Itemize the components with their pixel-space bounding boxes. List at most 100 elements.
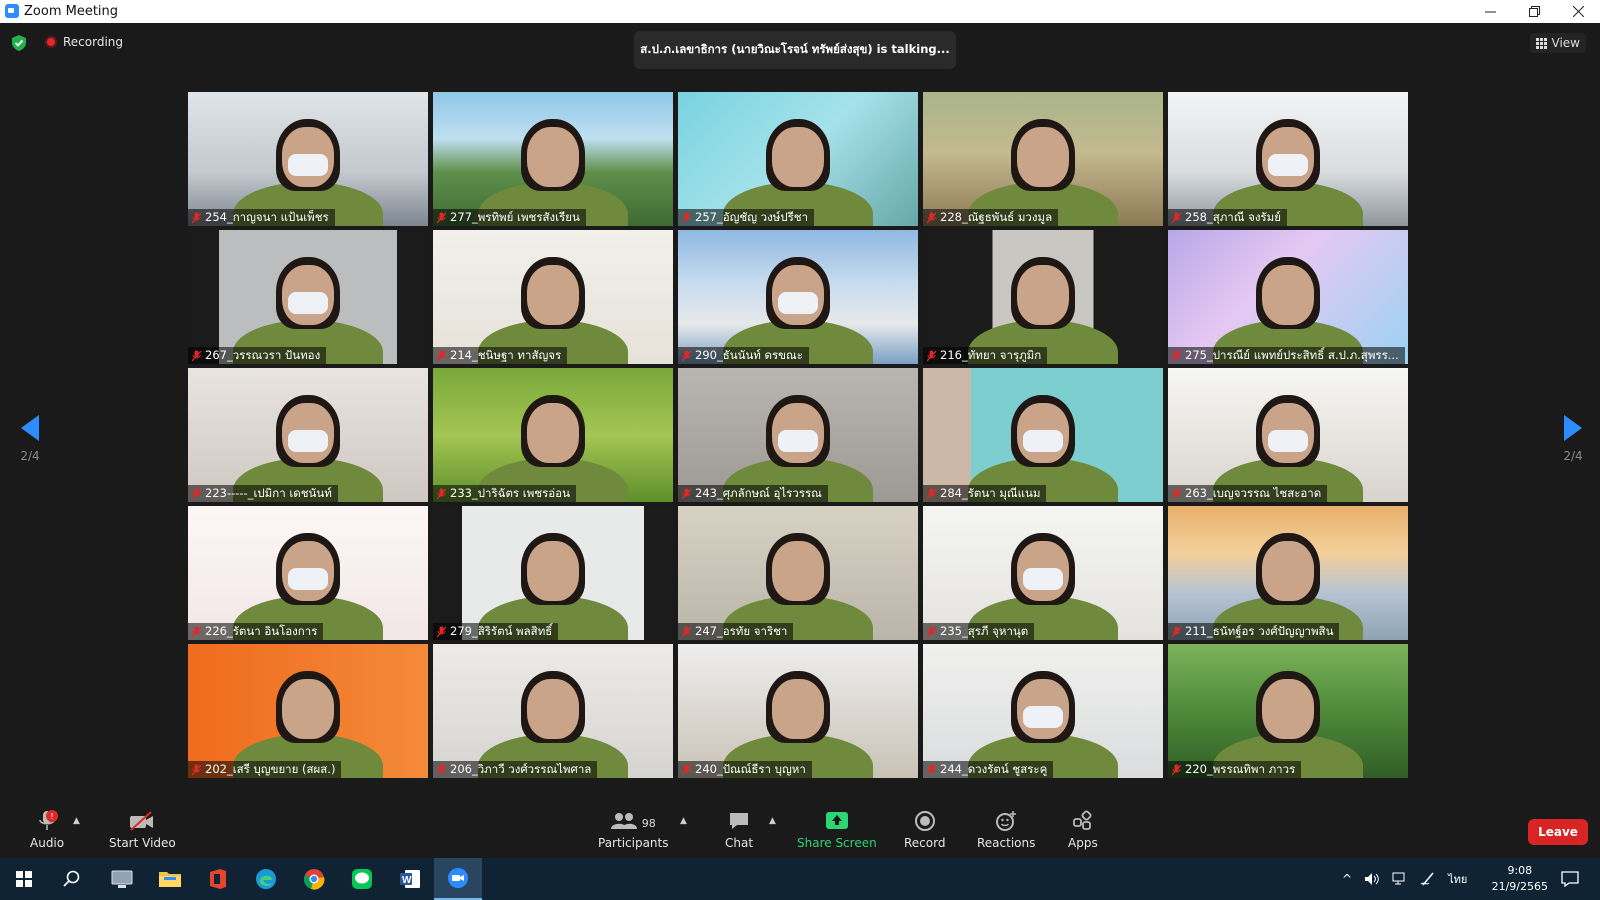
grid-view-icon (1535, 37, 1547, 49)
face-mask (288, 429, 328, 452)
taskbar-line[interactable] (338, 858, 386, 900)
previous-page-button[interactable]: 2/4 (10, 415, 50, 463)
view-button[interactable]: View (1529, 33, 1586, 53)
recording-indicator[interactable]: Recording (45, 35, 123, 49)
computer-app-icon (111, 870, 133, 888)
meeting-area: Recording ส.ป.ภ.เลขาธิการ (นายวิณะโรจน์ … (0, 23, 1600, 806)
participant-video-tile[interactable]: 233_ปาริฉัตร เพชรอ่อน (433, 368, 673, 502)
reactions-button[interactable]: Reactions (977, 810, 1035, 850)
minimize-button[interactable] (1468, 0, 1512, 23)
apps-button[interactable]: Apps (1068, 810, 1098, 850)
close-button[interactable] (1556, 0, 1600, 23)
participant-video-tile[interactable]: 258_สุภาณี จงรัมย์ (1168, 92, 1408, 226)
pen-ink-icon[interactable] (1420, 872, 1436, 886)
leave-button[interactable]: Leave (1528, 819, 1588, 845)
window-title: Zoom Meeting (24, 4, 119, 19)
participant-video-tile[interactable]: 202_เสรี บุญขยาย (สผส.) (188, 644, 428, 778)
participant-video-tile[interactable]: 243_ศุภลักษณ์ อุไรวรรณ (678, 368, 918, 502)
participant-video-tile[interactable]: 240_ปัณณ์ธีรา บุญหา (678, 644, 918, 778)
record-button[interactable]: Record (904, 810, 945, 850)
taskbar-edge[interactable] (242, 858, 290, 900)
participant-face (527, 126, 579, 187)
participant-face (527, 540, 579, 601)
participant-video-tile[interactable]: 206_วิภาวี วงศ์วรรณไพศาล (433, 644, 673, 778)
input-language[interactable]: ไทย (1448, 870, 1467, 888)
participant-name: 258_สุภาณี จงรัมย์ (1185, 210, 1281, 224)
participant-video-tile[interactable]: 257_อัญชัญ วงษ์ปรีชา (678, 92, 918, 226)
participant-video-tile[interactable]: 244_ดวงรัตน์ ชูสระคู (923, 644, 1163, 778)
participant-namebar: 254_กาญจนา แป้นเพ็ชร (188, 209, 335, 226)
participant-namebar: 275_ปารณีย์ แพทย์ประสิทธิ์ ส.ป.ภ.สุพรร..… (1168, 347, 1405, 364)
participant-name: 263_เบญจวรรณ ไชสะอาด (1185, 486, 1322, 500)
face-mask (288, 567, 328, 590)
participant-video-tile[interactable]: 214_ชนิษฐา ทาสัญจร (433, 230, 673, 364)
taskbar-zoom[interactable] (434, 858, 482, 900)
windows-start-icon (16, 871, 32, 887)
muted-microphone-icon (927, 764, 936, 776)
participant-video-tile[interactable]: 263_เบญจวรรณ ไชสะอาด (1168, 368, 1408, 502)
face-mask (1268, 429, 1308, 452)
share-screen-button[interactable]: Share Screen (797, 810, 877, 850)
recording-dot-icon (45, 36, 57, 48)
participant-namebar: 247_อรทัย จาริชา (678, 623, 794, 640)
participant-video-tile[interactable]: 223-----_เปมิกา เดชนันท์ (188, 368, 428, 502)
participant-video-tile[interactable]: 228_ณัฐธพันธ์ มวงมูล (923, 92, 1163, 226)
start-button[interactable] (0, 858, 48, 900)
shield-icon[interactable] (12, 35, 26, 51)
audio-label: Audio (30, 836, 65, 850)
taskbar-word[interactable]: W (386, 858, 434, 900)
taskbar-app-screen[interactable] (98, 858, 146, 900)
svg-text:W: W (402, 875, 412, 886)
participant-video-tile[interactable]: 254_กาญจนา แป้นเพ็ชร (188, 92, 428, 226)
participant-namebar: 228_ณัฐธพันธ์ มวงมูล (923, 209, 1059, 226)
audio-options-caret-icon[interactable]: ▲ (73, 816, 80, 826)
participant-namebar: 226_รัตนา อินโองการ (188, 623, 324, 640)
participant-video-tile[interactable]: 275_ปารณีย์ แพทย์ประสิทธิ์ ส.ป.ภ.สุพรร..… (1168, 230, 1408, 364)
participant-video-tile[interactable]: 235_สุรภี จุหานุต (923, 506, 1163, 640)
restore-button[interactable] (1512, 0, 1556, 23)
participant-video-tile[interactable]: 279_สิริรัตน์ พลสิทธิ์ (433, 506, 673, 640)
next-page-button[interactable]: 2/4 (1553, 415, 1593, 463)
chrome-browser-icon (303, 869, 325, 890)
participant-video-tile[interactable]: 267_วรรณวรา ปันทอง (188, 230, 428, 364)
participant-video-tile[interactable]: 290_ธันนันท์ ดรขณะ (678, 230, 918, 364)
participant-video-tile[interactable]: 226_รัตนา อินโองการ (188, 506, 428, 640)
apps-icon (1072, 810, 1092, 830)
muted-microphone-icon (927, 212, 936, 224)
start-video-button[interactable]: Start Video (109, 810, 176, 850)
chat-icon (730, 813, 749, 829)
participant-namebar: 258_สุภาณี จงรัมย์ (1168, 209, 1287, 226)
participant-video-tile[interactable]: 216_ทัทยา จารุภูมิก (923, 230, 1163, 364)
taskbar-search-button[interactable] (48, 858, 96, 900)
page-indicator-right: 2/4 (1563, 449, 1583, 463)
network-icon[interactable] (1392, 872, 1408, 886)
video-gallery: 254_กาญจนา แป้นเพ็ชร 277_พรทิพย์ เพชรสังเ… (188, 92, 1413, 794)
muted-microphone-icon (682, 626, 691, 638)
action-center-button[interactable] (1546, 858, 1594, 900)
taskbar-file-explorer[interactable] (146, 858, 194, 900)
view-label: View (1551, 36, 1580, 50)
speaker-volume-icon[interactable] (1364, 872, 1380, 886)
chat-button[interactable]: Chat (725, 810, 753, 850)
participant-video-tile[interactable]: 247_อรทัย จาริชา (678, 506, 918, 640)
participant-name: 243_ศุภลักษณ์ อุไรวรรณ (695, 486, 822, 500)
participant-video-tile[interactable]: 220_พรรณทิพา ภาวร (1168, 644, 1408, 778)
video-off-icon (130, 811, 154, 831)
participants-count: 98 (641, 816, 656, 830)
muted-microphone-icon (192, 488, 201, 500)
participant-video-tile[interactable]: 277_พรทิพย์ เพชรสังเรียน (433, 92, 673, 226)
participant-video-tile[interactable]: 211_ธนัทฐ์อร วงศ์ปัญญาพสิน (1168, 506, 1408, 640)
participants-button[interactable]: 98 Participants (598, 810, 669, 850)
participant-video-tile[interactable]: 284_รัตนา มุณีแนม (923, 368, 1163, 502)
participant-face (282, 678, 334, 739)
taskbar-chrome[interactable] (290, 858, 338, 900)
muted-microphone-icon (192, 626, 201, 638)
participants-options-caret-icon[interactable]: ▲ (680, 816, 687, 826)
chat-options-caret-icon[interactable]: ▲ (769, 816, 776, 826)
show-hidden-icons-icon[interactable]: ^ (1342, 872, 1352, 886)
participant-namebar: 244_ดวงรัตน์ ชูสระคู (923, 761, 1054, 778)
muted-microphone-icon (437, 212, 446, 224)
taskbar-office[interactable] (194, 858, 242, 900)
participant-name: 275_ปารณีย์ แพทย์ประสิทธิ์ ส.ป.ภ.สุพรร..… (1185, 348, 1399, 362)
taskbar-clock[interactable]: 9:08 21/9/2565 (1492, 863, 1548, 895)
